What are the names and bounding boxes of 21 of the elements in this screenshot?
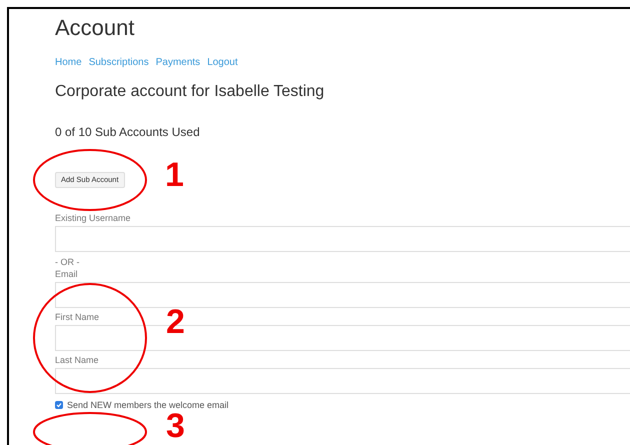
field-label: Existing Username — [55, 212, 131, 224]
nav-link[interactable]: Subscriptions — [88, 56, 149, 70]
usage-text: 0 of 10 Sub Accounts Used — [55, 124, 201, 140]
text-field[interactable] — [55, 368, 630, 394]
field-label: Last Name — [55, 354, 99, 366]
checkbox-label: Send NEW members the welcome email — [67, 399, 229, 411]
check-icon — [56, 402, 62, 408]
annotation-number: 2 — [166, 305, 185, 339]
nav-link[interactable]: Home — [55, 56, 82, 70]
text-field[interactable] — [55, 226, 630, 252]
nav-link[interactable]: Payments — [156, 56, 200, 70]
page-title: Account — [55, 14, 136, 42]
field-label: Email — [55, 268, 78, 280]
or-separator: - OR - — [55, 257, 80, 268]
field-label: First Name — [55, 311, 100, 323]
account-heading: Corporate account for Isabelle Testing — [55, 82, 326, 102]
nav-link[interactable]: Logout — [207, 56, 238, 70]
annotation-number: 3 — [166, 409, 185, 443]
text-field[interactable] — [55, 282, 630, 308]
welcome-checkbox[interactable] — [55, 401, 63, 409]
annotation-number: 1 — [165, 158, 184, 192]
